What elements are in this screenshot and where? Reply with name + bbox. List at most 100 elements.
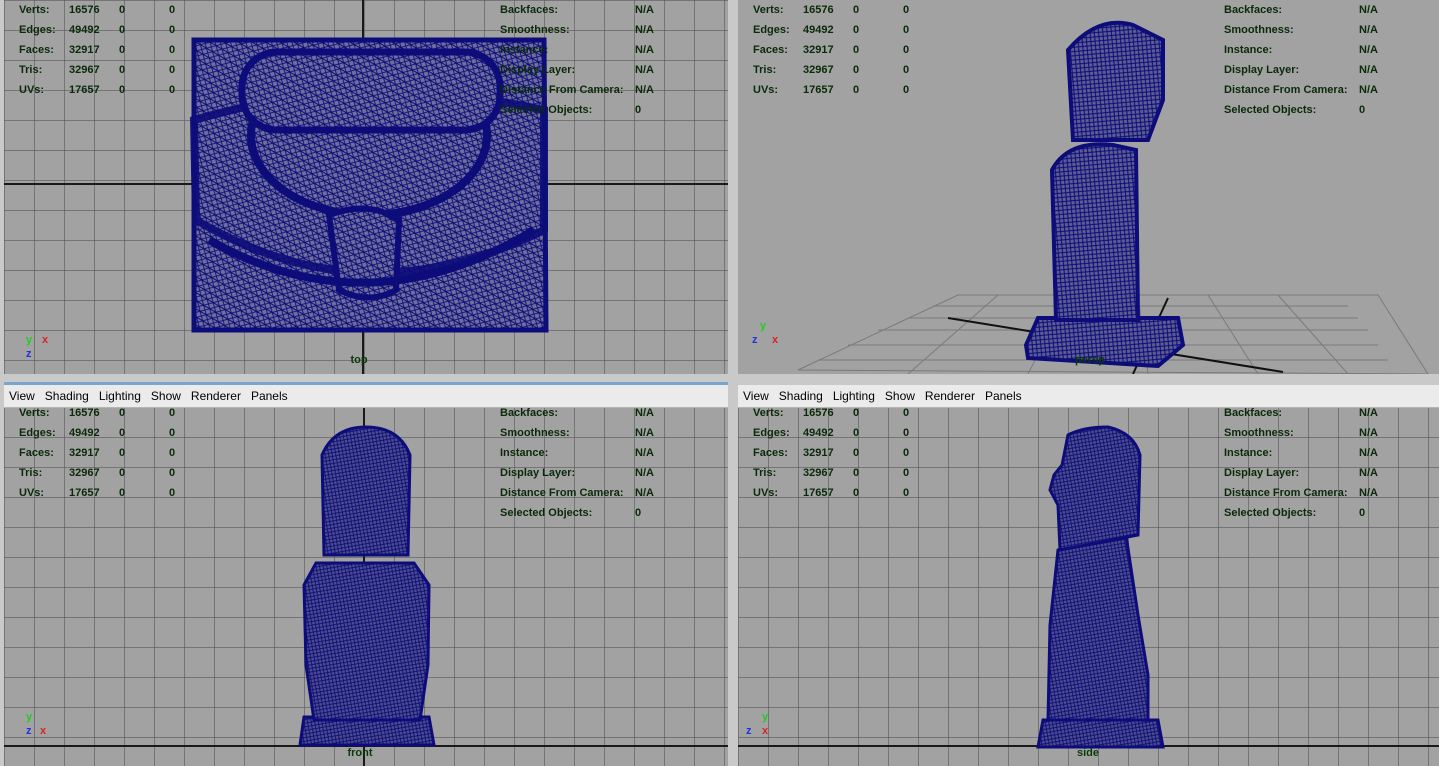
stat-value: 0 xyxy=(119,427,126,439)
stat-value: 16576 xyxy=(803,4,834,16)
stat-value: 0 xyxy=(853,447,860,459)
stat-value: 0 xyxy=(853,44,860,56)
camera-label: front xyxy=(347,747,373,759)
viewport-persp[interactable]: Verts: 16576 0 0 Edges: 49492 0 0 Faces: 32917 0… xyxy=(738,0,1439,374)
stat-value: 0 xyxy=(119,64,126,76)
axis-gizmo-icon: y x z xyxy=(24,334,64,374)
moai-wireframe-top xyxy=(189,37,549,333)
stat-value: 0 xyxy=(903,407,910,419)
stat-label: Edges: xyxy=(753,24,790,36)
stat-value: 0 xyxy=(853,24,860,36)
stat-value: 0 xyxy=(903,84,910,96)
stat-value: 16576 xyxy=(69,4,100,16)
stat-value: 0 xyxy=(169,4,176,16)
viewport-front[interactable]: View Shading Lighting Show Renderer Pane… xyxy=(4,385,728,766)
stat-label: Instance: xyxy=(1224,447,1273,459)
gizmo-y-label: y xyxy=(762,711,769,723)
stat-value: N/A xyxy=(1359,447,1378,459)
stat-value: 0 xyxy=(119,4,126,16)
stat-label: Backfaces: xyxy=(500,4,559,16)
stat-label: Distance From Camera: xyxy=(500,487,624,499)
stat-value: 32917 xyxy=(69,447,100,459)
moai-wireframe-side xyxy=(1036,425,1165,749)
stat-value: 17657 xyxy=(803,84,834,96)
perspective-grid-and-moai xyxy=(797,20,1429,374)
stat-label: Backfaces: xyxy=(1224,407,1283,419)
menu-shading[interactable]: Shading xyxy=(774,389,828,403)
stat-label: Faces: xyxy=(19,44,54,56)
stat-value: N/A xyxy=(1359,4,1378,16)
moai-wireframe-front xyxy=(298,425,436,747)
stat-value: N/A xyxy=(635,447,654,459)
stat-value: 49492 xyxy=(69,24,100,36)
stat-label: Tris: xyxy=(753,64,777,76)
stat-label: Selected Objects: xyxy=(500,507,593,519)
stat-value: 0 xyxy=(635,507,642,519)
stat-value: 32917 xyxy=(69,44,100,56)
stat-value: N/A xyxy=(1359,24,1378,36)
gizmo-y-label: y xyxy=(26,334,33,346)
stat-value: N/A xyxy=(1359,487,1378,499)
stat-value: 0 xyxy=(119,24,126,36)
stat-value: 17657 xyxy=(803,487,834,499)
stat-value: 0 xyxy=(169,427,176,439)
stat-value: N/A xyxy=(1359,407,1378,419)
stat-value: N/A xyxy=(1359,467,1378,479)
menu-renderer[interactable]: Renderer xyxy=(186,389,246,403)
menu-lighting[interactable]: Lighting xyxy=(94,389,146,403)
stat-value: 16576 xyxy=(69,407,100,419)
gizmo-y-label: y xyxy=(26,711,33,723)
stat-value: 32967 xyxy=(803,467,834,479)
menu-show[interactable]: Show xyxy=(146,389,186,403)
stat-value: 17657 xyxy=(69,84,100,96)
stat-value: 0 xyxy=(169,84,176,96)
stat-label: Edges: xyxy=(753,427,790,439)
menu-renderer[interactable]: Renderer xyxy=(920,389,980,403)
stat-value: 0 xyxy=(119,84,126,96)
stat-value: 0 xyxy=(635,104,642,116)
stat-value: 0 xyxy=(853,467,860,479)
stat-label: Display Layer: xyxy=(1224,64,1300,76)
camera-label: top xyxy=(350,354,368,366)
stat-value: N/A xyxy=(635,487,654,499)
stat-value: 0 xyxy=(853,64,860,76)
camera-label: side xyxy=(1076,747,1100,759)
viewport-side[interactable]: View Shading Lighting Show Renderer Pane… xyxy=(738,385,1439,766)
menu-panels[interactable]: Panels xyxy=(980,389,1027,403)
stat-value: 0 xyxy=(169,467,176,479)
stat-label: Instance: xyxy=(1224,44,1273,56)
stat-value: N/A xyxy=(635,4,654,16)
axis-gizmo-icon: y x z xyxy=(752,320,792,360)
stat-value: 0 xyxy=(903,24,910,36)
menu-show[interactable]: Show xyxy=(880,389,920,403)
camera-label: persp xyxy=(1075,354,1105,366)
menu-panels[interactable]: Panels xyxy=(246,389,293,403)
gizmo-y-label: y xyxy=(760,320,767,332)
stat-value: 0 xyxy=(169,44,176,56)
menu-view[interactable]: View xyxy=(738,389,774,403)
stat-value: N/A xyxy=(1359,84,1378,96)
stat-label: Faces: xyxy=(19,447,54,459)
gizmo-x-label: x xyxy=(762,725,769,737)
stat-label: Smoothness: xyxy=(1224,427,1294,439)
menu-shading[interactable]: Shading xyxy=(40,389,94,403)
stat-value: 0 xyxy=(903,487,910,499)
gizmo-x-label: x xyxy=(40,725,47,737)
stat-value: N/A xyxy=(635,407,654,419)
stat-value: 0 xyxy=(119,407,126,419)
stat-label: Selected Objects: xyxy=(1224,104,1317,116)
stat-label: Verts: xyxy=(19,407,50,419)
menu-view[interactable]: View xyxy=(4,389,40,403)
viewport-top[interactable]: Verts: 16576 0 0 Edges: 49492 0 0 Faces: 32917 0… xyxy=(4,0,728,374)
gizmo-z-label: z xyxy=(26,725,32,737)
viewport-menubar: View Shading Lighting Show Renderer Pane… xyxy=(4,385,728,408)
axis-gizmo-icon: y z x xyxy=(746,711,786,751)
stat-label: Verts: xyxy=(19,4,50,16)
stat-value: 0 xyxy=(903,64,910,76)
stat-label: Tris: xyxy=(19,64,43,76)
menu-lighting[interactable]: Lighting xyxy=(828,389,880,403)
stat-value: 0 xyxy=(119,487,126,499)
stat-value: 0 xyxy=(853,407,860,419)
stat-label: Selected Objects: xyxy=(500,104,593,116)
stat-value: 0 xyxy=(119,467,126,479)
